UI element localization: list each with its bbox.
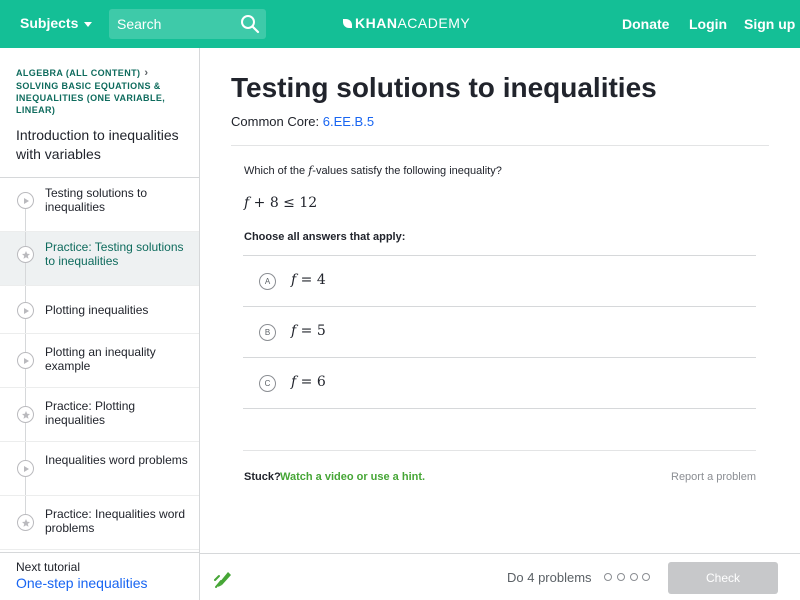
- progress-dot: [604, 573, 612, 581]
- star-icon: [17, 514, 34, 531]
- next-tutorial: Next tutorial One-step inequalities: [0, 552, 199, 600]
- exercise-footer: Do 4 problems Check: [200, 553, 800, 600]
- choice-letter-b: B: [259, 324, 276, 341]
- play-icon: [17, 460, 34, 477]
- logo-text-bold: KHAN: [355, 15, 398, 31]
- expression-rest: + 8 ≤ 12: [249, 195, 318, 211]
- sidebar-item-plotting-example[interactable]: Plotting an inequality example: [0, 334, 199, 388]
- search-icon[interactable]: [240, 14, 260, 34]
- progress-dot: [617, 573, 625, 581]
- choice-rest: = 6: [296, 374, 326, 390]
- sidebar-item-testing-solutions-video[interactable]: Testing solutions to inequalities: [0, 178, 199, 232]
- donate-link[interactable]: Donate: [622, 16, 669, 32]
- sidebar: ALGEBRA (ALL CONTENT) › SOLVING BASIC EQU…: [0, 48, 200, 600]
- search-box: [109, 9, 266, 39]
- hint-link[interactable]: Watch a video or use a hint.: [280, 471, 425, 483]
- logo-text-light: ACADEMY: [397, 15, 471, 31]
- sidebar-item-practice-word-problems[interactable]: Practice: Inequalities word problems: [0, 496, 199, 550]
- caret-down-icon: [84, 21, 93, 27]
- question-text: Which of the f-values satisfy the follow…: [244, 164, 502, 177]
- next-tutorial-label: Next tutorial: [16, 560, 81, 574]
- next-tutorial-link[interactable]: One-step inequalities: [16, 575, 148, 591]
- breadcrumb-algebra-label: ALGEBRA (ALL CONTENT): [16, 68, 141, 78]
- stuck-label: Stuck?: [244, 471, 281, 483]
- common-core-label: Common Core:: [231, 114, 320, 129]
- progress-dot: [642, 573, 650, 581]
- page-title: Testing solutions to inequalities: [231, 72, 657, 103]
- inequality-expression: f + 8 ≤ 12: [244, 195, 317, 211]
- choice-letter-a: A: [259, 273, 276, 290]
- choice-letter-c: C: [259, 375, 276, 392]
- top-nav-bar: Subjects KHANACADEMY Donate Login Sign u…: [0, 0, 800, 48]
- star-icon: [17, 406, 34, 423]
- answer-choice-c[interactable]: C f = 6: [243, 358, 756, 409]
- scratchpad-pencil-icon[interactable]: [213, 567, 235, 589]
- choice-rest: = 5: [296, 323, 326, 339]
- play-icon: [17, 302, 34, 319]
- play-icon: [17, 192, 34, 209]
- breadcrumb-solving-basic-equations[interactable]: SOLVING BASIC EQUATIONS & INEQUALITIES (…: [16, 80, 186, 116]
- play-icon: [17, 352, 34, 369]
- choice-value: f = 5: [291, 323, 326, 339]
- breadcrumb-algebra[interactable]: ALGEBRA (ALL CONTENT) ›: [16, 67, 148, 79]
- tutorial-title: Introduction to inequalities with variab…: [16, 127, 179, 162]
- login-link[interactable]: Login: [689, 16, 727, 32]
- common-core-standard: Common Core: 6.EE.B.5: [231, 114, 374, 129]
- sidebar-item-label: Practice: Inequalities word problems: [45, 507, 186, 535]
- sidebar-item-practice-plotting[interactable]: Practice: Plotting inequalities: [0, 388, 199, 442]
- sidebar-item-label: Inequalities word problems: [45, 453, 188, 467]
- question-text-end: -values satisfy the following inequality…: [312, 165, 502, 177]
- choice-rest: = 4: [296, 272, 326, 288]
- choice-value: f = 6: [291, 374, 326, 390]
- sidebar-item-label: Testing solutions to inequalities: [45, 186, 148, 214]
- star-icon: [17, 246, 34, 263]
- sidebar-item-label: Plotting inequalities: [45, 303, 149, 317]
- search-input[interactable]: [109, 9, 234, 39]
- report-problem-link[interactable]: Report a problem: [671, 471, 756, 483]
- subjects-label: Subjects: [20, 15, 79, 31]
- subjects-menu-button[interactable]: Subjects: [20, 15, 93, 31]
- leaf-icon: [343, 19, 352, 28]
- chevron-right-icon: ›: [144, 67, 149, 79]
- question-text-start: Which of the: [244, 165, 306, 177]
- divider: [231, 145, 769, 146]
- answer-choices: A f = 4 B f = 5 C f = 6: [243, 255, 756, 409]
- problem-count-label: Do 4 problems: [507, 570, 592, 585]
- khan-academy-logo[interactable]: KHANACADEMY: [343, 15, 470, 31]
- lesson-list: Testing solutions to inequalities Practi…: [0, 177, 199, 550]
- progress-dot: [630, 573, 638, 581]
- common-core-code-link[interactable]: 6.EE.B.5: [323, 114, 374, 129]
- instructions-label: Choose all answers that apply:: [244, 231, 406, 243]
- divider: [243, 450, 756, 451]
- sidebar-item-word-problems[interactable]: Inequalities word problems: [0, 442, 199, 496]
- exercise-panel: Testing solutions to inequalities Common…: [200, 48, 800, 600]
- sidebar-item-label: Practice: Testing solutions to inequalit…: [45, 240, 184, 268]
- sidebar-item-plotting-inequalities[interactable]: Plotting inequalities: [0, 286, 199, 334]
- choice-value: f = 4: [291, 272, 326, 288]
- answer-choice-a[interactable]: A f = 4: [243, 256, 756, 307]
- answer-choice-b[interactable]: B f = 5: [243, 307, 756, 358]
- sidebar-item-practice-testing-solutions[interactable]: Practice: Testing solutions to inequalit…: [0, 232, 199, 286]
- sidebar-item-label: Plotting an inequality example: [45, 345, 156, 373]
- sidebar-item-label: Practice: Plotting inequalities: [45, 399, 136, 427]
- signup-link[interactable]: Sign up: [744, 16, 795, 32]
- check-answer-button[interactable]: Check: [668, 562, 778, 594]
